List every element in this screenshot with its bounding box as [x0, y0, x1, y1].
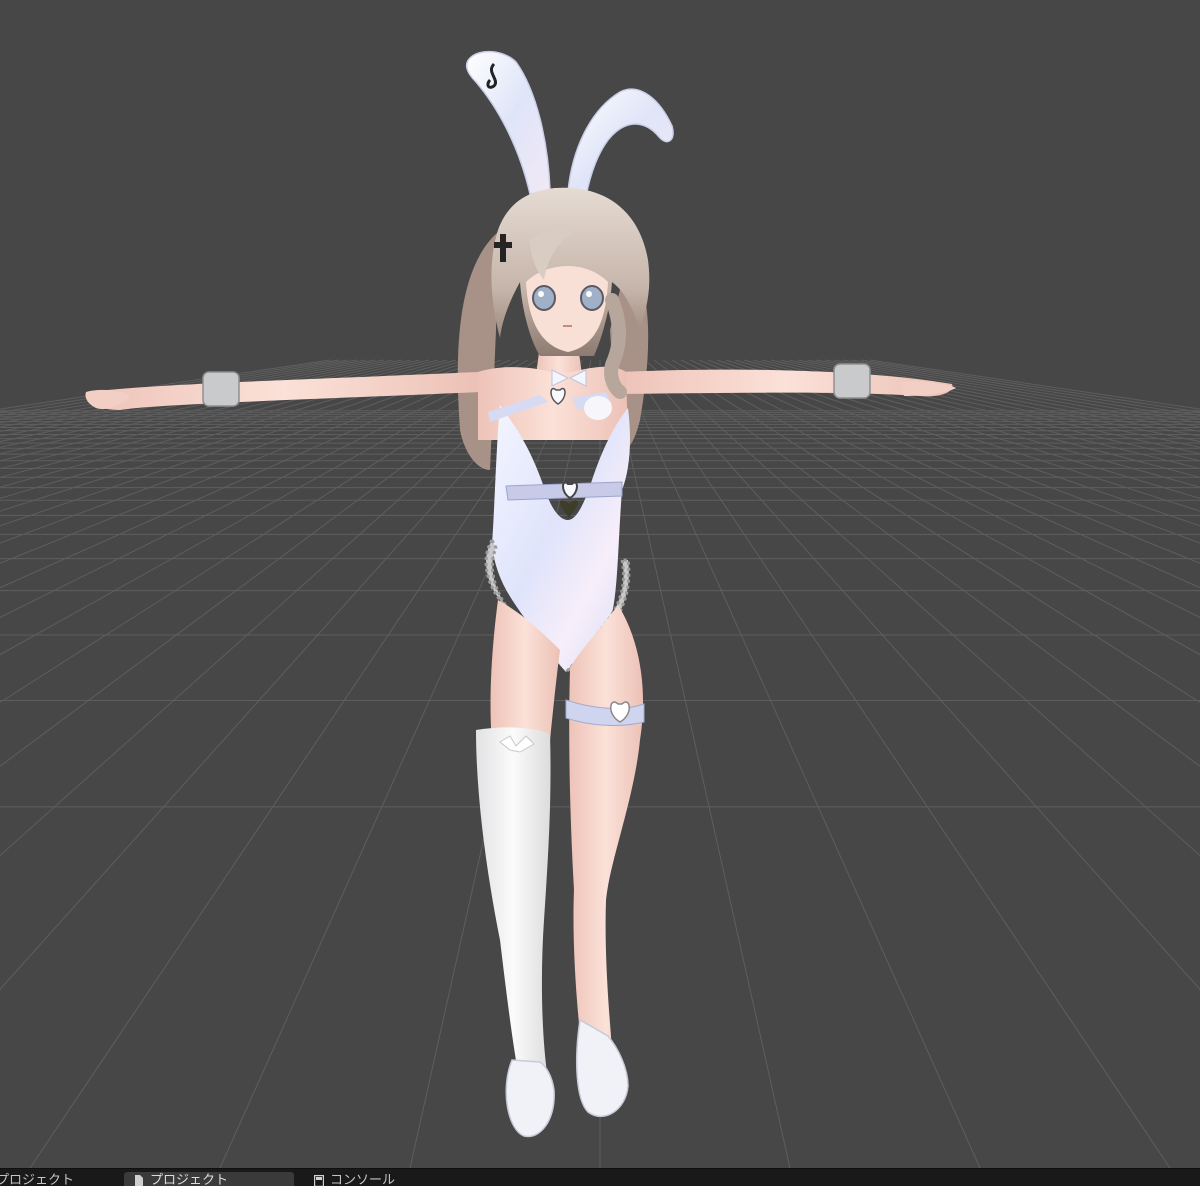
grid-line: [663, 360, 1200, 1168]
grid-line: [0, 360, 510, 1168]
eye-right: [581, 286, 603, 310]
tab-console[interactable]: コンソール: [304, 1172, 444, 1186]
grid-line: [654, 360, 1200, 1168]
heel-right: [577, 1020, 628, 1116]
grid-line: [726, 360, 1200, 1168]
grid-line: [0, 360, 438, 1168]
grid-line: [0, 360, 348, 1168]
grid-line: [798, 360, 1200, 1168]
grid-line: [735, 360, 1200, 1168]
bunny-ear-left: [467, 52, 550, 194]
grid-line: [627, 360, 1170, 1168]
console-icon: [314, 1175, 324, 1186]
grid-line: [861, 360, 1200, 1168]
grid-line: [690, 360, 1200, 1168]
grid-line: [789, 360, 1200, 1168]
scene-canvas[interactable]: [0, 0, 1200, 1168]
grid-line: [0, 360, 420, 1168]
grid-line: [681, 360, 1200, 1168]
scene-viewport[interactable]: [0, 0, 1200, 1168]
grid-line: [771, 360, 1200, 1168]
stocking-left: [476, 727, 551, 1084]
grid-line: [0, 360, 519, 1168]
tab-label: プロジェクト: [0, 1172, 74, 1186]
grid-line: [645, 360, 1200, 1168]
tab-project-2[interactable]: プロジェクト: [124, 1172, 294, 1186]
grid-line: [0, 360, 537, 1168]
eye-highlight-left: [538, 291, 544, 297]
bottom-tab-bar: プロジェクト プロジェクト コンソール: [0, 1168, 1200, 1186]
leg-right: [569, 605, 643, 1052]
grid-line: [0, 360, 357, 1168]
heel-left: [506, 1060, 554, 1137]
folder-icon: [134, 1175, 144, 1186]
grid-line: [843, 360, 1200, 1168]
grid-line: [0, 360, 402, 1168]
grid-line: [636, 360, 1200, 1168]
grid-line: [699, 360, 1200, 1168]
grid-line: [0, 360, 501, 1168]
eye-highlight-right: [586, 291, 592, 297]
grid-line: [0, 360, 456, 1168]
grid-line: [0, 360, 528, 1168]
grid-line: [0, 360, 411, 1168]
grid-line: [0, 360, 429, 1168]
tab-project-1[interactable]: プロジェクト: [0, 1172, 110, 1186]
grid-line: [780, 360, 1200, 1168]
grid-line: [708, 360, 1200, 1168]
grid-line: [717, 360, 1200, 1168]
wrist-cuff-left: [203, 372, 239, 406]
arm-left: [89, 372, 480, 410]
grid-line: [0, 360, 483, 1168]
grid-line: [0, 360, 555, 1168]
grid-line: [672, 360, 1200, 1168]
grid-line: [852, 360, 1200, 1168]
eye-left: [533, 286, 555, 310]
grid-line: [0, 360, 492, 1168]
character-model[interactable]: [85, 52, 956, 1137]
grid-line: [0, 360, 546, 1168]
bunny-tail: [584, 396, 612, 420]
bunny-ear-right: [568, 89, 673, 196]
grid-line: [744, 360, 1200, 1168]
grid-line: [753, 360, 1200, 1168]
wrist-cuff-right: [834, 364, 870, 398]
tab-label: コンソール: [330, 1172, 395, 1186]
grid-line: [0, 360, 465, 1168]
grid-line: [0, 360, 447, 1168]
grid-line: [0, 360, 339, 1168]
grid-line: [762, 360, 1200, 1168]
tab-label: プロジェクト: [150, 1172, 228, 1186]
grid-line: [0, 360, 474, 1168]
hair-braid: [611, 300, 620, 392]
